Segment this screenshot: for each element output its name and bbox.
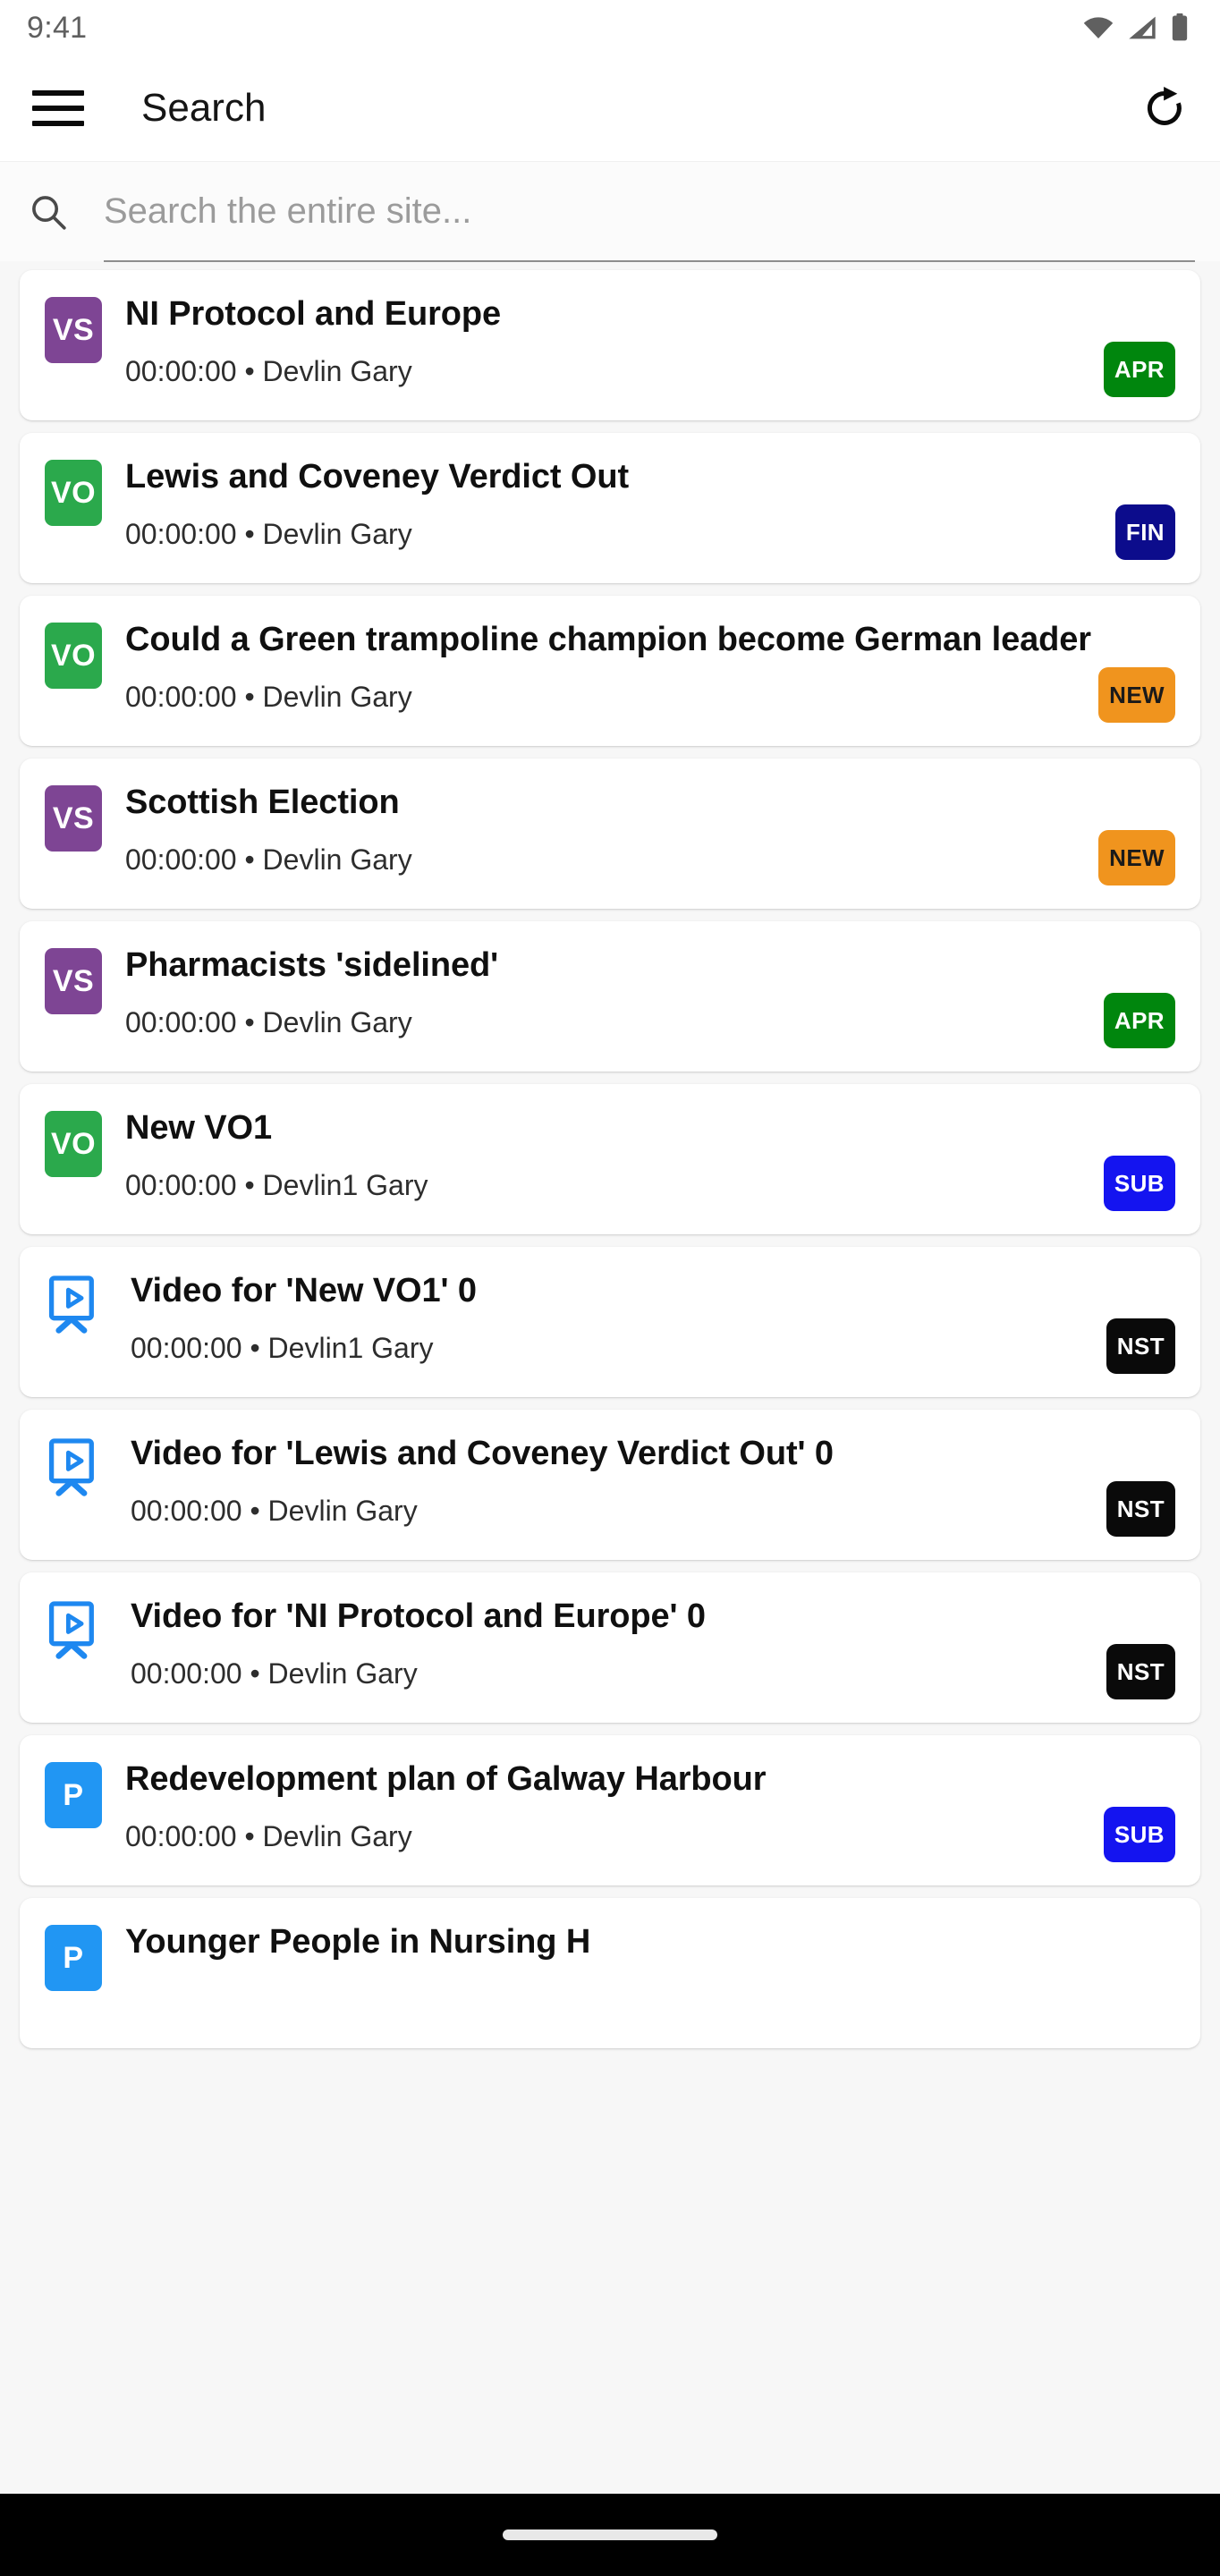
status-time: 9:41 — [27, 11, 88, 45]
result-title: New VO1 — [125, 1109, 273, 1147]
search-result-card[interactable]: VO Lewis and Coveney Verdict Out 00:00:00 … — [20, 433, 1200, 583]
result-title: Scottish Election — [125, 784, 400, 821]
video-icon — [45, 1274, 107, 1340]
result-meta: 00:00:00 • Devlin1 Gary — [131, 1332, 434, 1365]
search-input[interactable] — [104, 191, 1195, 231]
vo-icon: VO — [45, 460, 102, 526]
status-badge: NEW — [1098, 667, 1175, 723]
card-body: Video for 'Lewis and Coveney Verdict Out… — [131, 1433, 1177, 1529]
vs-icon: VS — [45, 948, 102, 1014]
card-body: Video for 'NI Protocol and Europe' 0 00:0… — [131, 1596, 1177, 1691]
result-title: Video for 'NI Protocol and Europe' 0 — [131, 1597, 706, 1635]
status-badge: NST — [1106, 1481, 1175, 1537]
search-result-card[interactable]: VS Pharmacists 'sidelined' 00:00:00 • Devl… — [20, 921, 1200, 1072]
result-meta: 00:00:00 • Devlin Gary — [131, 1495, 418, 1528]
vs-icon: VS — [45, 785, 102, 852]
status-badge: NEW — [1098, 830, 1175, 886]
card-body: Scottish Election 00:00:00 • Devlin Gary — [125, 782, 1177, 877]
card-body: Video for 'New VO1' 0 00:00:00 • Devlin1 … — [131, 1270, 1177, 1366]
result-title: Pharmacists 'sidelined' — [125, 946, 499, 984]
search-result-card[interactable]: VO New VO1 00:00:00 • Devlin1 Gary SUB — [20, 1084, 1200, 1234]
menu-bar-1 — [32, 90, 84, 96]
vs-icon: VS — [45, 297, 102, 363]
cellular-signal-icon — [1127, 15, 1157, 40]
status-badge: SUB — [1103, 1156, 1175, 1211]
package-icon: P — [45, 1762, 102, 1828]
status-badge: APR — [1103, 993, 1175, 1048]
app-bar: Search — [0, 55, 1220, 161]
package-icon: P — [45, 1925, 102, 1991]
result-meta: 00:00:00 • Devlin Gary — [125, 518, 412, 551]
wifi-icon — [1082, 15, 1114, 40]
status-badge: NST — [1106, 1318, 1175, 1374]
vo-icon: VO — [45, 623, 102, 689]
search-bar[interactable] — [0, 161, 1220, 262]
card-body: Redevelopment plan of Galway Harbour 00:0… — [125, 1758, 1177, 1854]
card-body: Pharmacists 'sidelined' 00:00:00 • Devlin… — [125, 945, 1177, 1040]
menu-bar-2 — [32, 106, 84, 111]
system-navigation-bar — [0, 2494, 1220, 2576]
result-meta: 00:00:00 • Devlin Gary — [125, 843, 412, 877]
card-body: Could a Green trampoline champion become… — [125, 619, 1177, 715]
search-result-card[interactable]: VS Scottish Election 00:00:00 • Devlin Gar… — [20, 758, 1200, 909]
card-body: Lewis and Coveney Verdict Out 00:00:00 • … — [125, 456, 1177, 552]
search-screen: 9:41 Search Search the entire site... VS… — [0, 0, 1220, 2576]
card-body: New VO1 00:00:00 • Devlin1 Gary — [125, 1107, 1177, 1203]
result-meta: 00:00:00 • Devlin Gary — [125, 1820, 412, 1853]
search-result-card[interactable]: P Younger People in Nursing H — [20, 1898, 1200, 2048]
battery-icon — [1170, 13, 1190, 42]
result-meta: 00:00:00 • Devlin Gary — [125, 355, 412, 388]
status-badge: NST — [1106, 1644, 1175, 1699]
result-meta: 00:00:00 • Devlin Gary — [125, 1006, 412, 1039]
search-result-card[interactable]: Video for 'New VO1' 0 00:00:00 • Devlin1 … — [20, 1247, 1200, 1397]
video-icon — [45, 1436, 107, 1503]
result-title: Redevelopment plan of Galway Harbour — [125, 1760, 767, 1798]
result-meta: 00:00:00 • Devlin1 Gary — [125, 1169, 428, 1202]
video-icon — [45, 1599, 107, 1665]
search-results-list[interactable]: VS NI Protocol and Europe 00:00:00 • Devli… — [0, 261, 1220, 2576]
search-result-card[interactable]: VS NI Protocol and Europe 00:00:00 • Devli… — [20, 270, 1200, 420]
home-indicator[interactable] — [503, 2529, 717, 2540]
page-title: Search — [141, 86, 267, 130]
result-title: NI Protocol and Europe — [125, 295, 502, 333]
card-body: NI Protocol and Europe 00:00:00 • Devlin … — [125, 293, 1177, 389]
refresh-icon[interactable] — [1136, 80, 1193, 137]
result-title: Younger People in Nursing H — [125, 1923, 591, 1961]
vo-icon: VO — [45, 1111, 102, 1177]
result-meta: 00:00:00 • Devlin Gary — [125, 681, 412, 714]
result-meta: 00:00:00 • Devlin Gary — [131, 1657, 418, 1690]
card-body: Younger People in Nursing H — [125, 1921, 1177, 1962]
menu-bar-3 — [32, 121, 84, 126]
search-input-underline — [104, 162, 1195, 262]
status-badge: SUB — [1103, 1807, 1175, 1862]
result-title: Could a Green trampoline champion become… — [125, 621, 1091, 658]
status-badge: APR — [1103, 342, 1175, 397]
hamburger-menu-icon[interactable] — [32, 81, 86, 135]
status-icons — [1082, 13, 1190, 42]
status-bar: 9:41 — [0, 0, 1220, 55]
result-title: Video for 'Lewis and Coveney Verdict Out… — [131, 1435, 834, 1472]
search-icon — [23, 187, 73, 237]
result-title: Lewis and Coveney Verdict Out — [125, 458, 630, 496]
search-result-card[interactable]: P Redevelopment plan of Galway Harbour 00:… — [20, 1735, 1200, 1885]
status-badge: FIN — [1114, 504, 1175, 560]
result-title: Video for 'New VO1' 0 — [131, 1272, 477, 1309]
search-result-card[interactable]: Video for 'NI Protocol and Europe' 0 00:0… — [20, 1572, 1200, 1723]
search-result-card[interactable]: VO Could a Green trampoline champion beco… — [20, 596, 1200, 746]
search-result-card[interactable]: Video for 'Lewis and Coveney Verdict Out… — [20, 1410, 1200, 1560]
